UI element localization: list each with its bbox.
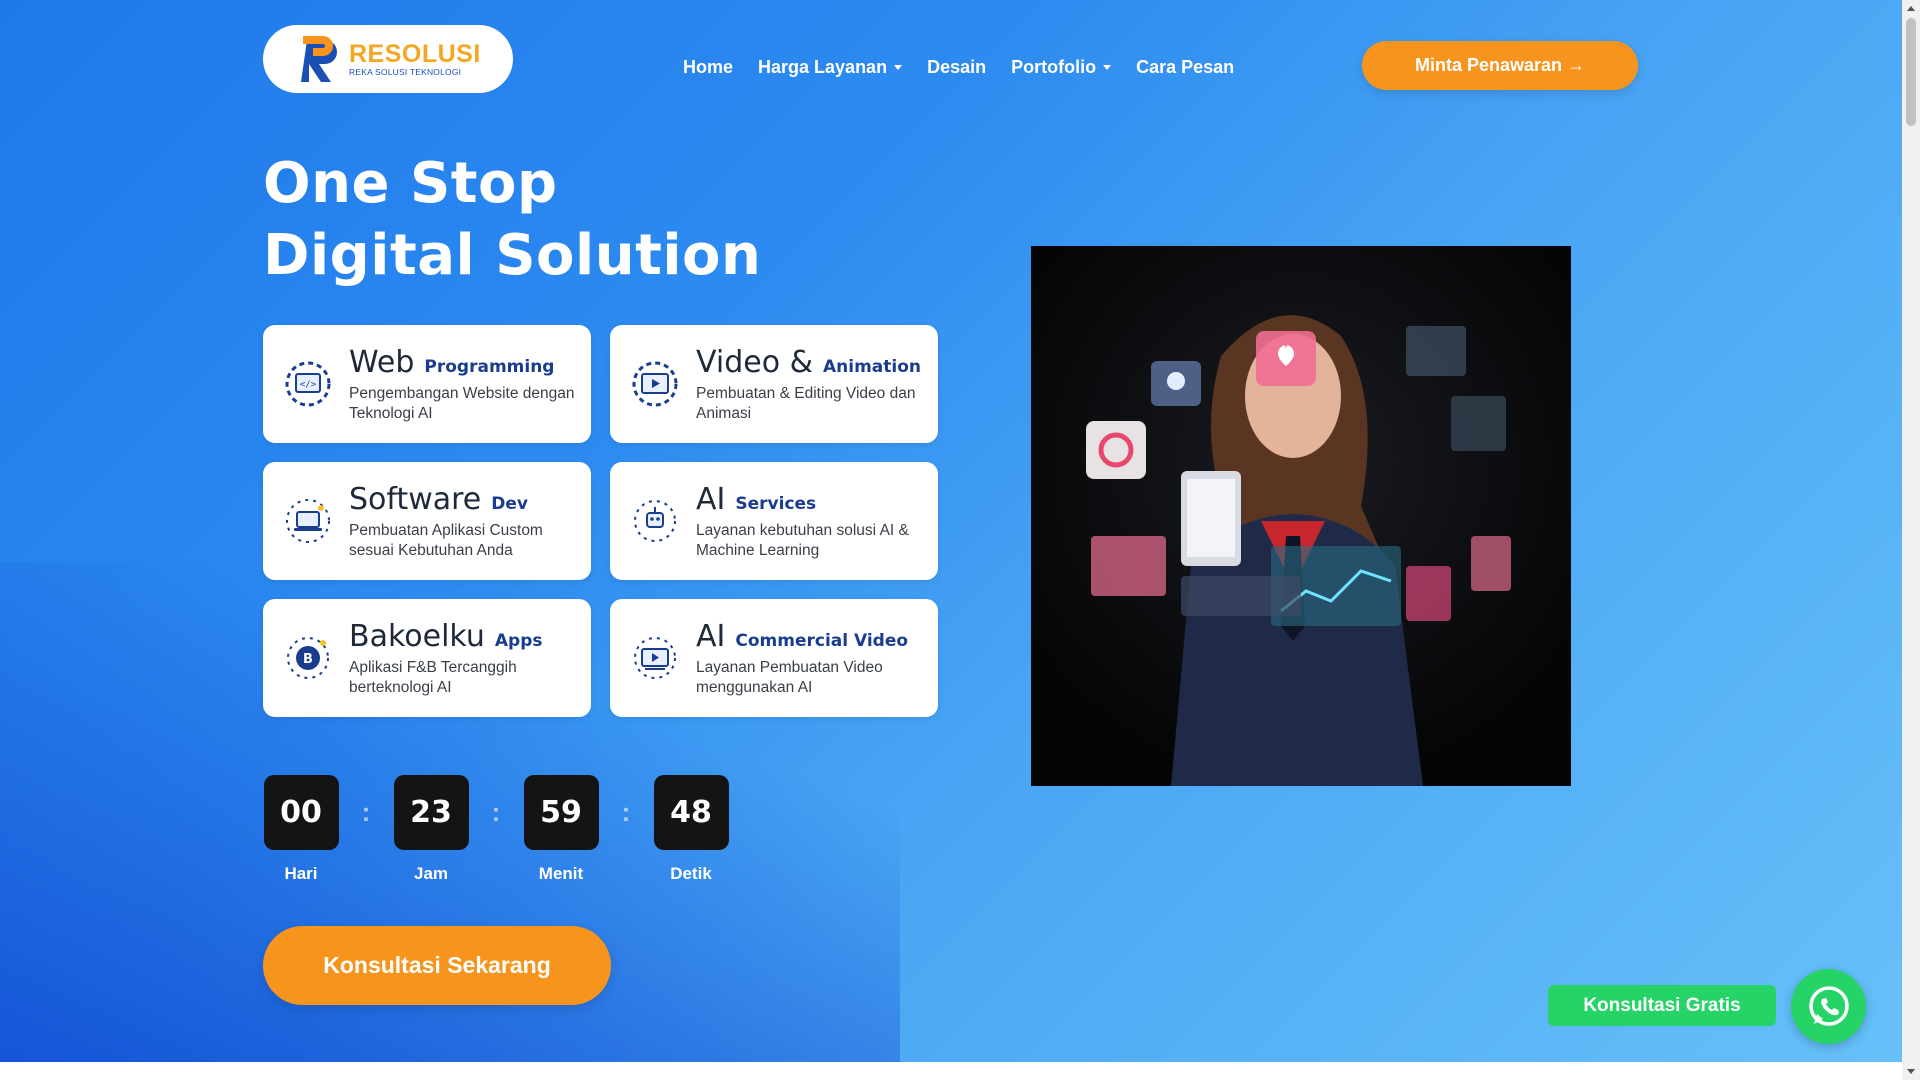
site-logo[interactable]: RESOLUSI REKA SOLUSI TEKNOLOGI bbox=[263, 25, 513, 93]
card-accent: Commercial Video bbox=[735, 630, 909, 651]
scroll-down-arrow-icon[interactable] bbox=[1907, 1069, 1915, 1074]
hero-image bbox=[1031, 246, 1571, 786]
nav-harga-layanan-label: Harga Layanan bbox=[758, 56, 888, 77]
card-description: Layanan kebutuhan solusi AI & Machine Le… bbox=[696, 521, 909, 559]
card-description: Pengembangan Website dengan Teknologi AI bbox=[349, 384, 575, 422]
scrollbar-thumb[interactable] bbox=[1906, 18, 1916, 126]
card-title: Video & bbox=[696, 344, 813, 380]
page-scrollbar[interactable] bbox=[1902, 0, 1920, 1080]
card-description: Pembuatan & Editing Video dan Animasi bbox=[696, 384, 916, 422]
countdown-timer: 00 Hari : 23 Jam : 59 Menit : 48 Detik bbox=[263, 775, 729, 884]
countdown-hours-value: 23 bbox=[393, 775, 469, 850]
service-card-web-programming[interactable]: </> Web Programming Pengembangan Website… bbox=[263, 325, 591, 443]
whatsapp-consult-label[interactable]: Konsultasi Gratis bbox=[1548, 985, 1776, 1026]
card-title: Bakoelku bbox=[349, 618, 485, 654]
card-description: Pembuatan Aplikasi Custom sesuai Kebutuh… bbox=[349, 521, 543, 559]
ai-services-icon bbox=[634, 500, 676, 542]
consult-now-button[interactable]: Konsultasi Sekarang bbox=[263, 926, 611, 1005]
service-cards: </> Web Programming Pengembangan Website… bbox=[263, 325, 938, 717]
countdown-separator: : bbox=[361, 797, 371, 827]
video-animation-icon bbox=[632, 361, 678, 407]
countdown-hours-label: Jam bbox=[413, 864, 449, 883]
card-title: Software bbox=[349, 481, 482, 517]
headline-line-1: One Stop bbox=[263, 151, 558, 216]
main-nav: Home Harga Layanan Desain Portofolio Car… bbox=[683, 52, 1234, 82]
countdown-days-value: 00 bbox=[263, 775, 339, 850]
web-programming-icon: </> bbox=[285, 361, 331, 407]
nav-cara-pesan[interactable]: Cara Pesan bbox=[1136, 57, 1234, 78]
countdown-days: 00 Hari bbox=[263, 775, 339, 884]
card-description: Aplikasi F&B Tercanggih berteknologi AI bbox=[349, 658, 517, 696]
card-title: AI bbox=[696, 481, 726, 517]
service-card-ai-services[interactable]: AI Services Layanan kebutuhan solusi AI … bbox=[610, 462, 938, 580]
card-accent: Services bbox=[735, 493, 817, 514]
card-accent: Dev bbox=[491, 493, 528, 514]
logo-subtitle: REKA SOLUSI TEKNOLOGI bbox=[349, 67, 462, 77]
nav-cara-pesan-label: Cara Pesan bbox=[1136, 56, 1235, 77]
logo-title: RESOLUSI bbox=[349, 40, 481, 68]
countdown-minutes-label: Menit bbox=[538, 864, 584, 883]
nav-desain-label: Desain bbox=[927, 56, 987, 77]
countdown-separator: : bbox=[621, 797, 631, 827]
service-card-ai-commercial-video[interactable]: AI Commercial Video Layanan Pembuatan Vi… bbox=[610, 599, 938, 717]
card-title: Web bbox=[349, 344, 415, 380]
ai-commercial-video-icon bbox=[634, 637, 676, 679]
service-card-software-dev[interactable]: Software Dev Pembuatan Aplikasi Custom s… bbox=[263, 462, 591, 580]
nav-home-label: Home bbox=[683, 56, 734, 77]
countdown-minutes: 59 Menit bbox=[523, 775, 599, 884]
countdown-separator: : bbox=[491, 797, 501, 827]
card-accent: Apps bbox=[494, 630, 543, 651]
caret-down-icon bbox=[894, 64, 903, 70]
hero-headline: One Stop Digital Solution bbox=[263, 148, 761, 292]
card-accent: Programming bbox=[424, 356, 555, 377]
service-card-video-animation[interactable]: Video & Animation Pembuatan & Editing Vi… bbox=[610, 325, 938, 443]
card-accent: Animation bbox=[822, 356, 921, 377]
nav-desain[interactable]: Desain bbox=[927, 57, 986, 78]
headline-line-2: Digital Solution bbox=[263, 223, 762, 288]
whatsapp-icon bbox=[1808, 985, 1849, 1026]
countdown-hours: 23 Jam bbox=[393, 775, 469, 884]
nav-portofolio-label: Portofolio bbox=[1011, 56, 1097, 77]
caret-down-icon bbox=[1103, 64, 1112, 70]
countdown-days-label: Hari bbox=[284, 864, 318, 883]
request-quote-button[interactable]: Minta Penawaran → bbox=[1362, 41, 1638, 90]
scroll-up-arrow-icon[interactable] bbox=[1907, 6, 1915, 11]
service-card-bakoelku-apps[interactable]: B Bakoelku Apps Aplikasi F&B Tercanggih … bbox=[263, 599, 591, 717]
hero-section: RESOLUSI REKA SOLUSI TEKNOLOGI Home Harg… bbox=[0, 0, 1902, 1062]
nav-portofolio[interactable]: Portofolio bbox=[1011, 56, 1112, 78]
countdown-seconds: 48 Detik bbox=[653, 775, 729, 884]
whatsapp-button[interactable] bbox=[1791, 969, 1866, 1044]
bakoelku-apps-icon: B bbox=[287, 637, 329, 679]
svg-text:</>: </> bbox=[300, 380, 317, 390]
svg-text:B: B bbox=[303, 652, 313, 667]
hero-illustration bbox=[1031, 246, 1571, 786]
countdown-minutes-value: 59 bbox=[523, 775, 599, 850]
card-title: AI bbox=[696, 618, 726, 654]
nav-home[interactable]: Home bbox=[683, 57, 733, 78]
countdown-seconds-value: 48 bbox=[653, 775, 729, 850]
logo-mark-icon bbox=[301, 36, 337, 82]
nav-harga-layanan[interactable]: Harga Layanan bbox=[758, 56, 903, 78]
card-description: Layanan Pembuatan Video menggunakan AI bbox=[696, 658, 883, 696]
countdown-seconds-label: Detik bbox=[670, 864, 712, 883]
software-dev-icon bbox=[286, 499, 330, 543]
